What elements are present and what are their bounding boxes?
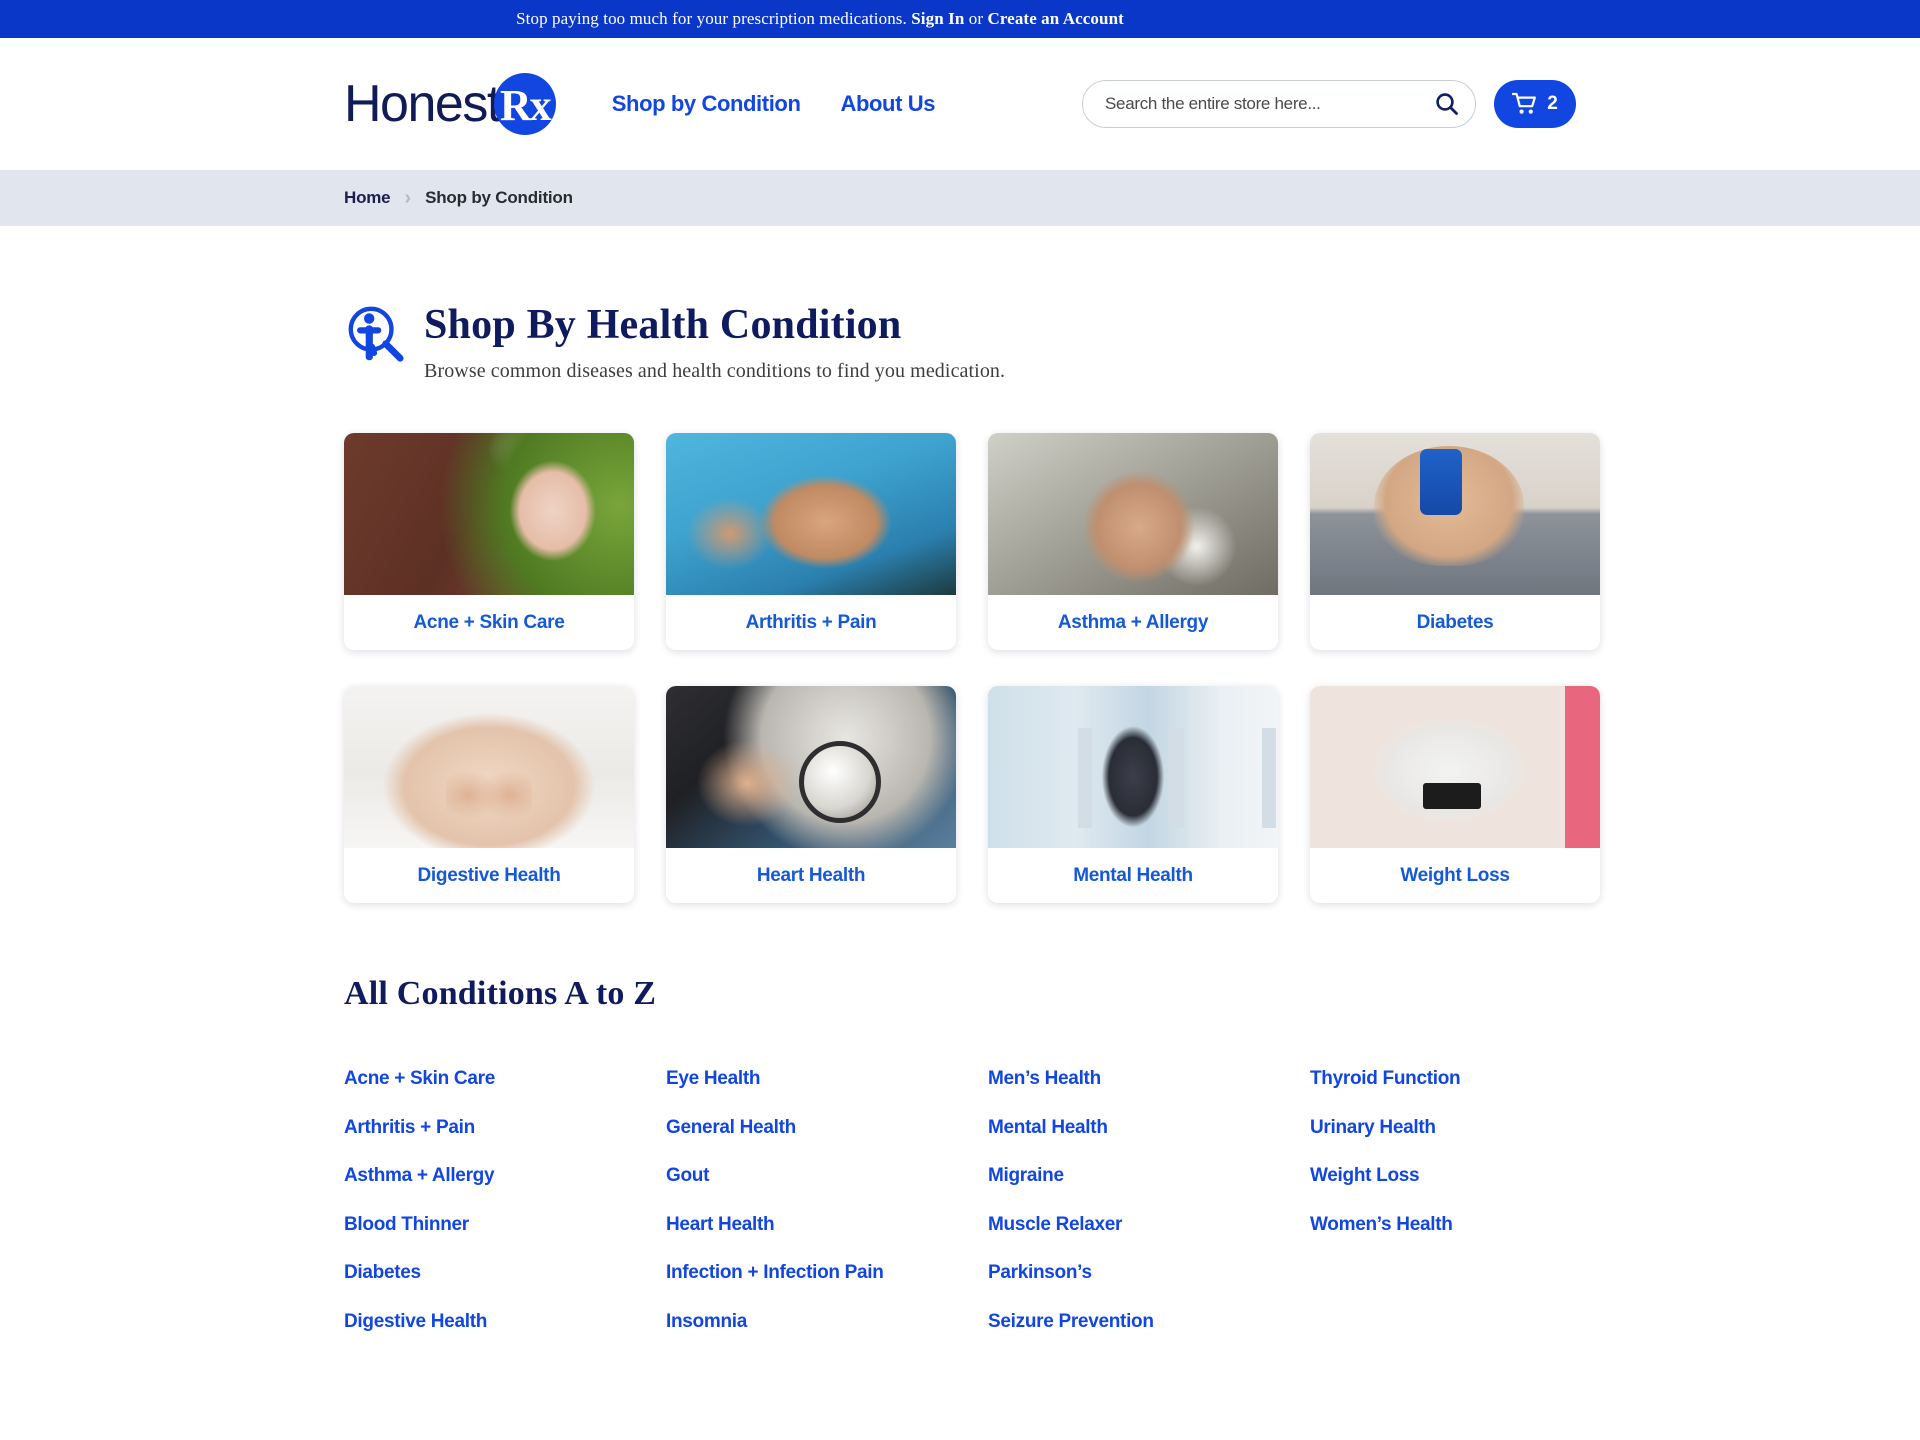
- condition-card[interactable]: Heart Health: [666, 686, 956, 904]
- all-conditions-column: Men’s Health Mental Health Migraine Muscle …: [988, 1055, 1310, 1346]
- page-content: Shop By Health Condition Browse common d…: [0, 226, 1920, 1347]
- condition-cards-grid: Acne + Skin Care Arthritis + Pain Asthma +…: [344, 433, 1600, 904]
- condition-card-label: Diabetes: [1416, 611, 1494, 633]
- condition-link[interactable]: Acne + Skin Care: [344, 1055, 666, 1104]
- all-conditions-heading: All Conditions A to Z: [344, 975, 657, 1013]
- condition-card-image: [344, 433, 634, 596]
- create-account-link[interactable]: Create an Account: [987, 9, 1123, 28]
- condition-link[interactable]: Diabetes: [344, 1249, 666, 1298]
- condition-link[interactable]: Blood Thinner: [344, 1201, 666, 1250]
- condition-card[interactable]: Weight Loss: [1310, 686, 1600, 904]
- condition-card-image: [1310, 433, 1600, 596]
- site-header: Honest Rx Shop by Condition About Us Sea…: [0, 38, 1920, 170]
- sign-in-link[interactable]: Sign In: [911, 9, 964, 28]
- nav-item-about-us[interactable]: About Us: [840, 91, 935, 117]
- condition-card-image: [1310, 686, 1600, 849]
- nav-item-shop-by-condition[interactable]: Shop by Condition: [612, 91, 801, 117]
- condition-link[interactable]: Infection + Infection Pain: [666, 1249, 988, 1298]
- person-magnifier-icon: [348, 306, 404, 362]
- logo-rx-badge: Rx: [493, 73, 556, 135]
- page-title: Shop By Health Condition: [424, 302, 902, 348]
- breadcrumb-bar: Home › Shop by Condition: [0, 170, 1920, 226]
- breadcrumb-home-link[interactable]: Home: [344, 188, 391, 208]
- condition-link[interactable]: Muscle Relaxer: [988, 1201, 1310, 1250]
- condition-link[interactable]: Weight Loss: [1310, 1152, 1632, 1201]
- all-conditions-column: Eye Health General Health Gout Heart Health…: [666, 1055, 988, 1346]
- condition-card-label: Asthma + Allergy: [1057, 611, 1209, 633]
- logo-rx-text: Rx: [499, 81, 552, 130]
- condition-link[interactable]: Asthma + Allergy: [344, 1152, 666, 1201]
- condition-link[interactable]: Women’s Health: [1310, 1201, 1632, 1250]
- condition-link[interactable]: Heart Health: [666, 1201, 988, 1250]
- condition-card-label: Arthritis + Pain: [745, 611, 877, 633]
- condition-link[interactable]: Men’s Health: [988, 1055, 1310, 1104]
- condition-card-label: Acne + Skin Care: [413, 611, 565, 633]
- condition-link[interactable]: Digestive Health: [344, 1298, 666, 1347]
- condition-card-image: [666, 433, 956, 596]
- main-navigation: Shop by Condition About Us: [612, 91, 936, 117]
- search-box[interactable]: [1082, 80, 1476, 128]
- cart-item-count: 2: [1547, 93, 1558, 114]
- announcement-text: Stop paying too much for your prescripti…: [516, 9, 1124, 29]
- announcement-message: Stop paying too much for your prescripti…: [516, 9, 907, 28]
- condition-link[interactable]: General Health: [666, 1104, 988, 1153]
- all-conditions-grid: Acne + Skin Care Arthritis + Pain Asthma +…: [344, 1055, 1576, 1346]
- breadcrumb-current: Shop by Condition: [425, 188, 573, 207]
- condition-card[interactable]: Mental Health: [988, 686, 1278, 904]
- condition-card[interactable]: Asthma + Allergy: [988, 433, 1278, 651]
- condition-card[interactable]: Acne + Skin Care: [344, 433, 634, 651]
- condition-card-image: [666, 686, 956, 849]
- condition-link[interactable]: Mental Health: [988, 1104, 1310, 1153]
- condition-card-image: [988, 433, 1278, 596]
- breadcrumb: Home › Shop by Condition: [344, 188, 573, 208]
- condition-card-label: Mental Health: [1073, 864, 1193, 886]
- cart-button[interactable]: 2: [1494, 80, 1576, 128]
- condition-link[interactable]: Thyroid Function: [1310, 1055, 1632, 1104]
- all-conditions-column: Thyroid Function Urinary Health Weight Los…: [1310, 1055, 1632, 1346]
- condition-card-label: Heart Health: [756, 864, 866, 886]
- condition-card-label: Digestive Health: [417, 864, 561, 886]
- condition-card-image: [344, 686, 634, 849]
- condition-card-label: Weight Loss: [1400, 864, 1510, 886]
- announcement-or: or: [968, 9, 984, 28]
- site-logo[interactable]: Honest Rx: [344, 73, 556, 135]
- condition-card[interactable]: Digestive Health: [344, 686, 634, 904]
- page-subtitle: Browse common diseases and health condit…: [424, 360, 1006, 383]
- announcement-bar: Stop paying too much for your prescripti…: [0, 0, 1920, 38]
- condition-link[interactable]: Seizure Prevention: [988, 1298, 1310, 1347]
- condition-card[interactable]: Diabetes: [1310, 433, 1600, 651]
- search-input[interactable]: [1105, 94, 1427, 114]
- condition-link[interactable]: Migraine: [988, 1152, 1310, 1201]
- condition-link[interactable]: Parkinson’s: [988, 1249, 1310, 1298]
- header-actions: 2: [1082, 80, 1576, 128]
- chevron-right-icon: ›: [404, 187, 412, 209]
- search-icon: [1436, 93, 1458, 115]
- condition-card-image: [988, 686, 1278, 849]
- condition-link[interactable]: Gout: [666, 1152, 988, 1201]
- logo-wordmark: Honest: [344, 75, 501, 133]
- condition-card[interactable]: Arthritis + Pain: [666, 433, 956, 651]
- condition-link[interactable]: Insomnia: [666, 1298, 988, 1347]
- search-submit-button[interactable]: [1427, 84, 1467, 124]
- condition-link[interactable]: Arthritis + Pain: [344, 1104, 666, 1153]
- condition-link[interactable]: Urinary Health: [1310, 1104, 1632, 1153]
- condition-link[interactable]: Eye Health: [666, 1055, 988, 1104]
- all-conditions-column: Acne + Skin Care Arthritis + Pain Asthma +…: [344, 1055, 666, 1346]
- shopping-cart-icon: [1512, 92, 1537, 114]
- page-header: Shop By Health Condition Browse common d…: [344, 226, 1576, 383]
